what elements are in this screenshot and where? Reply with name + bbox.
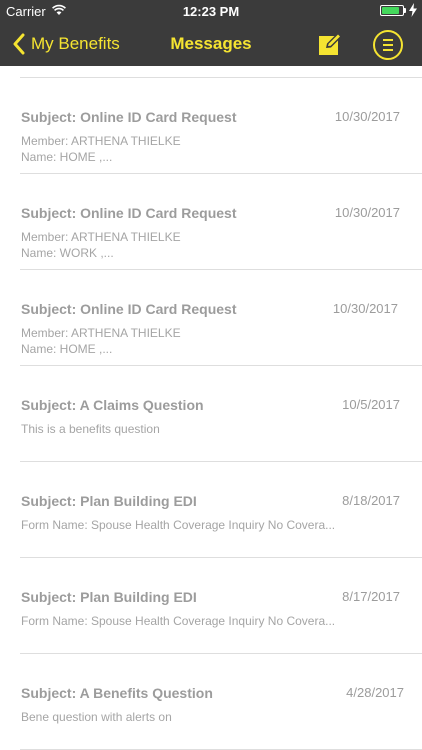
menu-icon-line (383, 44, 393, 46)
battery-tip (404, 8, 406, 13)
message-list[interactable]: Subject: Online ID Card Request 10/30/20… (0, 66, 422, 750)
message-date: 10/30/2017 (334, 109, 400, 124)
message-date: 8/17/2017 (342, 589, 400, 604)
message-date: 8/18/2017 (342, 493, 400, 508)
message-date: 10/5/2017 (342, 397, 400, 412)
message-row[interactable]: Subject: Plan Building EDI 8/17/2017 For… (0, 558, 422, 654)
message-row[interactable]: Subject: Plan Building EDI 8/18/2017 For… (0, 462, 422, 558)
message-preview-line: Form Name: Spouse Health Coverage Inquir… (21, 518, 336, 532)
battery-fill (382, 7, 399, 14)
status-time: 12:23 PM (182, 4, 240, 19)
message-preview-line: This is a benefits question (21, 422, 160, 436)
message-row[interactable]: Subject: Online ID Card Request 10/30/20… (0, 270, 422, 366)
message-preview-line: Member: ARTHENA THIELKE (21, 326, 181, 340)
message-subject: Subject: Online ID Card Request (21, 109, 237, 125)
message-preview-line: Form Name: Spouse Health Coverage Inquir… (21, 614, 336, 628)
message-preview-line: Member: ARTHENA THIELKE (21, 134, 181, 148)
navigation-bar: My Benefits Messages (0, 22, 422, 66)
message-date: 10/30/2017 (332, 301, 398, 316)
message-subject: Subject: Online ID Card Request (21, 301, 237, 317)
menu-button[interactable] (373, 30, 403, 60)
message-row[interactable]: Subject: A Benefits Question 4/28/2017 B… (0, 654, 422, 750)
message-row[interactable]: Subject: A Claims Question 10/5/2017 Thi… (0, 366, 422, 462)
message-subject: Subject: A Claims Question (21, 397, 204, 413)
message-date: 10/30/2017 (334, 205, 400, 220)
message-subject: Subject: Plan Building EDI (21, 493, 197, 509)
battery-icon (380, 5, 404, 16)
message-date: 4/28/2017 (346, 685, 404, 700)
menu-icon-line (383, 49, 393, 51)
message-row[interactable]: Subject: Online ID Card Request 10/30/20… (0, 78, 422, 174)
top-bar: Carrier 12:23 PM My Benefits Messages (0, 0, 422, 66)
message-preview-line: Member: ARTHENA THIELKE (21, 230, 181, 244)
message-preview-line: Bene question with alerts on (21, 710, 172, 724)
message-subject: Subject: Plan Building EDI (21, 589, 197, 605)
message-preview-line: Name: WORK ,... (21, 246, 114, 260)
message-row[interactable]: Subject: Online ID Card Request 10/30/20… (0, 174, 422, 270)
page-title: Messages (170, 34, 252, 53)
compose-icon[interactable] (318, 31, 344, 57)
message-subject: Subject: A Benefits Question (21, 685, 213, 701)
charging-bolt-icon (409, 3, 417, 17)
message-subject: Subject: Online ID Card Request (21, 205, 237, 221)
message-preview-line: Name: HOME ,... (21, 342, 113, 356)
status-bar: Carrier 12:23 PM (0, 0, 422, 22)
message-preview-line: Name: HOME ,... (21, 150, 113, 164)
menu-icon-line (383, 39, 393, 41)
